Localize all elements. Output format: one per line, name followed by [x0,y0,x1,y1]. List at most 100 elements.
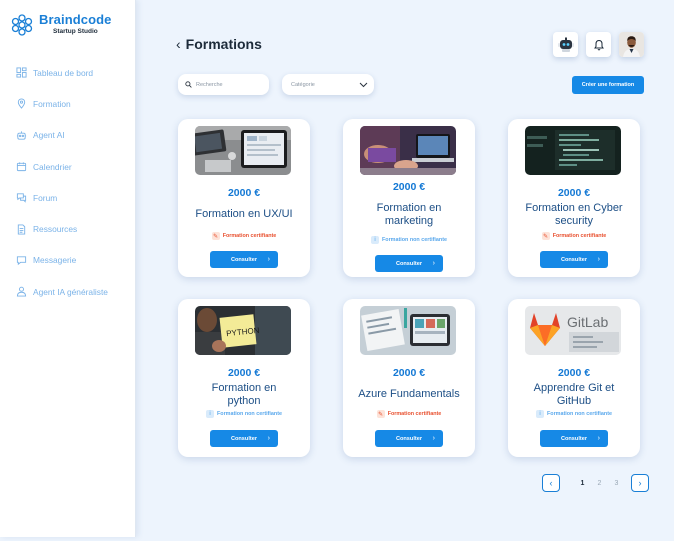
document-icon [17,224,26,235]
sidebar-item-label: Agent IA généraliste [33,286,108,297]
brand-name: Braindcode [39,12,112,27]
course-card: 2000 € Formation en marketing i Formatio… [343,119,475,277]
course-image-python-note: PYTHON [195,306,291,355]
page-number[interactable]: 2 [591,480,608,487]
chevron-left-icon[interactable]: ‹ [176,37,181,51]
course-card: 2000 € Azure Fundamentals ✎ Formation ce… [343,299,475,457]
chevron-right-icon: › [638,478,642,488]
sidebar-item-agent-ai[interactable]: Agent AI [16,120,134,151]
certification-status: i Formation non certifiante [178,410,310,418]
category-select-label: Catégorie [291,81,315,88]
app-root: Braindcode Startup Studio Tableau de bor… [0,0,674,541]
page-title[interactable]: ‹ Formations [176,36,262,52]
certification-status: i Formation non certifiante [508,410,640,418]
sidebar-item-ressources[interactable]: Ressources [16,213,134,244]
page-title-text: Formations [185,36,262,52]
consult-button-label: Consulter [395,435,423,442]
consult-button[interactable]: Consulter › [540,251,608,268]
sidebar-item-agent-ia-generaliste[interactable]: Agent IA généraliste [16,276,134,307]
course-image-team-meeting [360,126,456,175]
search-box[interactable] [178,74,269,95]
top-icon-bar [553,32,644,57]
message-icon [16,256,27,266]
course-title: Formation en Cyber security [525,202,623,227]
consult-button[interactable]: Consulter › [210,251,278,268]
certificate-icon: ✎ [211,232,220,240]
bell-icon[interactable] [586,32,611,57]
create-course-button[interactable]: Créer une formation [572,76,644,94]
chevron-left-icon: ‹ [549,478,553,488]
calendar-icon [16,162,27,172]
pagination-next-button[interactable]: › [631,474,649,492]
consult-button[interactable]: Consulter › [540,430,608,447]
course-card: PYTHON 2000 € Formation en python i Form… [178,299,310,457]
sidebar-item-forum[interactable]: Forum [16,182,134,213]
course-price: 2000 € [392,181,426,193]
consult-button-label: Consulter [560,256,588,263]
chevron-right-icon: › [597,435,600,442]
brand[interactable]: Braindcode Startup Studio [10,13,112,37]
sidebar-item-label: Tableau de bord [33,67,94,78]
brand-subtitle: Startup Studio [53,28,98,35]
course-title: Azure Fundamentals [358,388,460,400]
course-title: Formation en UX/UI [195,208,293,220]
pagination-prev-button[interactable]: ‹ [542,474,560,492]
course-image-gitlab: GitLab [525,306,621,355]
info-badge-icon: i [536,410,544,418]
consult-button-label: Consulter [230,435,258,442]
info-badge-icon: i [371,236,379,244]
page-number[interactable]: 3 [608,480,625,487]
sidebar-item-label: Forum [33,192,58,203]
category-select[interactable]: Catégorie [282,74,374,95]
robot-icon [16,131,27,140]
user-avatar[interactable] [619,32,644,57]
course-title: Apprendre Git et GitHub [533,382,615,407]
gitlab-logo-text: GitLab [567,314,608,330]
course-card: 2000 € Formation en UX/UI ✎ Formation ce… [178,119,310,277]
consult-button[interactable]: Consulter › [375,430,443,447]
chevron-right-icon: › [267,435,270,442]
search-input[interactable] [196,81,266,88]
course-price: 2000 € [557,367,591,379]
certification-label: Formation non certifiante [382,237,447,243]
sidebar-item-dashboard[interactable]: Tableau de bord [16,57,134,88]
certification-label: Formation non certifiante [547,411,612,417]
certification-label: Formation certifiante [552,233,607,239]
main-content: ‹ Formations Catégorie Créer une formati… [136,0,674,541]
consult-button[interactable]: Consulter › [375,255,443,272]
location-pin-icon [17,98,26,110]
course-title: Formation en marketing [376,202,442,227]
sidebar-item-label: Agent AI [33,130,65,141]
chevron-right-icon: › [597,256,600,263]
sidebar-item-messagerie[interactable]: Messagerie [16,245,134,276]
certificate-icon: ✎ [376,410,385,418]
course-card: 2000 € Formation en Cyber security ✎ For… [508,119,640,277]
course-image-notebook-tablet [360,306,456,355]
certification-label: Formation certifiante [222,233,277,239]
certificate-icon: ✎ [541,232,550,240]
chevron-right-icon: › [432,435,435,442]
course-card: GitLab 2000 € Apprendre Git et GitHub i … [508,299,640,457]
info-badge-icon: i [206,410,214,418]
course-price: 2000 € [392,367,426,379]
braindcode-logo-icon [11,14,33,36]
user-bot-icon [16,286,27,297]
course-title: Formation en python [211,382,277,407]
sidebar-item-formation[interactable]: Formation [16,88,134,119]
chevron-right-icon: › [432,260,435,267]
sidebar-item-label: Calendrier [33,161,72,172]
sidebar-item-calendrier[interactable]: Calendrier [16,151,134,182]
consult-button[interactable]: Consulter › [210,430,278,447]
chevron-right-icon: › [267,256,270,263]
certification-status: ✎ Formation certifiante [178,232,310,240]
page-number[interactable]: 1 [574,480,591,487]
course-image-code-screen [525,126,621,175]
certification-status: i Formation non certifiante [343,236,475,244]
sidebar-item-label: Ressources [33,224,78,235]
robot-avatar-icon[interactable] [553,32,578,57]
chevron-down-icon [359,82,368,87]
dashboard-icon [16,67,27,78]
search-icon [185,81,192,88]
certification-label: Formation non certifiante [217,411,282,417]
certification-status: ✎ Formation certifiante [508,232,640,240]
